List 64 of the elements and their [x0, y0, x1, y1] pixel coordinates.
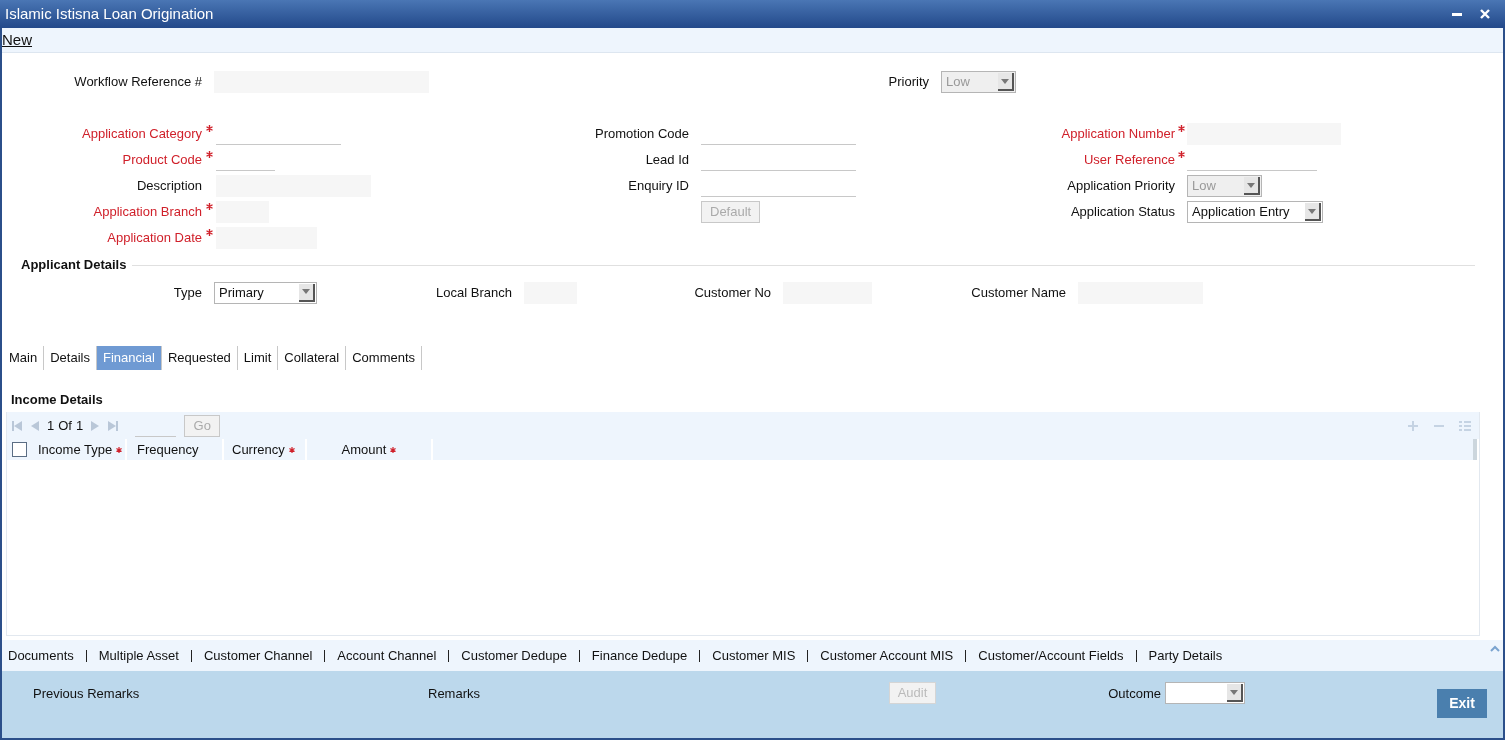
- field-label: Application Priority: [1067, 177, 1175, 196]
- exit-button[interactable]: Exit: [1437, 689, 1487, 718]
- field-label: Priority: [888, 73, 929, 92]
- add-row-icon[interactable]: [1407, 419, 1419, 432]
- chevron-up-icon[interactable]: [1490, 645, 1500, 652]
- footer-link[interactable]: Customer/Account Fields: [978, 645, 1124, 666]
- required-asterisk-icon: [116, 446, 123, 453]
- footer-link[interactable]: Documents: [8, 645, 74, 666]
- dropdown[interactable]: [1165, 682, 1245, 704]
- list-view-icon[interactable]: [1459, 419, 1471, 432]
- required-asterisk-icon: [390, 446, 397, 453]
- last-page-icon[interactable]: [107, 419, 120, 432]
- section-title: Applicant Details: [21, 256, 127, 275]
- column-header-label: Amount: [341, 440, 387, 459]
- column-header-label: Income Type: [38, 440, 113, 459]
- new-link[interactable]: New: [2, 28, 32, 52]
- field-label: Description: [136, 177, 202, 196]
- field-label: Customer No: [694, 283, 771, 302]
- footer-link[interactable]: Finance Dedupe: [591, 645, 688, 666]
- footer-link[interactable]: Customer Dedupe: [461, 645, 567, 666]
- required-asterisk-icon: [1177, 125, 1185, 132]
- column-header-label: Currency: [232, 440, 285, 459]
- required-asterisk-icon: [205, 229, 213, 236]
- dropdown[interactable]: Primary: [214, 281, 317, 304]
- close-icon[interactable]: [1480, 9, 1490, 19]
- footer-link[interactable]: Account Channel: [337, 645, 437, 666]
- dropdown[interactable]: Application Entry: [1187, 201, 1323, 223]
- section-title: Income Details: [11, 390, 103, 409]
- previous-page-icon[interactable]: [29, 419, 41, 432]
- field-label: Application Date: [107, 229, 202, 248]
- field-label: Enquiry ID: [628, 177, 689, 196]
- field-label: Application Status: [1070, 203, 1175, 222]
- window-title: Islamic Istisna Loan Origination: [5, 3, 214, 24]
- remarks-label: Remarks: [428, 686, 480, 701]
- page-number: 1: [47, 416, 55, 435]
- footer-link[interactable]: Customer MIS: [712, 645, 796, 666]
- field-label: Application Category: [82, 125, 202, 144]
- required-asterisk-icon: [1177, 151, 1185, 158]
- field-label: Product Code: [122, 151, 202, 170]
- column-header-label: Frequency: [137, 440, 199, 459]
- footer-link[interactable]: Multiple Asset: [98, 645, 179, 666]
- field-label: Local Branch: [436, 283, 512, 302]
- footer-link[interactable]: Party Details: [1148, 645, 1223, 666]
- field-label: Application Number: [1061, 125, 1175, 144]
- page-total: 1: [75, 416, 84, 435]
- required-asterisk-icon: [205, 203, 213, 210]
- field-label: Type: [173, 283, 202, 302]
- field-label: Lead Id: [645, 151, 689, 170]
- required-asterisk-icon: [205, 151, 213, 158]
- field-label: User Reference: [1083, 151, 1175, 170]
- field-label: Workflow Reference #: [74, 73, 202, 92]
- footer-link[interactable]: Customer Account MIS: [820, 645, 954, 666]
- outcome-label: Outcome: [1108, 685, 1161, 703]
- select-all-checkbox[interactable]: [12, 442, 27, 457]
- minimize-icon[interactable]: [1452, 12, 1462, 16]
- required-asterisk-icon: [205, 125, 213, 132]
- field-label: Promotion Code: [595, 125, 689, 144]
- page-of-label: Of: [58, 416, 72, 435]
- required-asterisk-icon: [288, 446, 295, 453]
- footer-link[interactable]: Customer Channel: [203, 645, 313, 666]
- field-label: Application Branch: [93, 203, 202, 222]
- field-label: Customer Name: [971, 283, 1066, 302]
- first-page-icon[interactable]: [11, 419, 23, 432]
- previous-remarks-label: Previous Remarks: [33, 686, 140, 701]
